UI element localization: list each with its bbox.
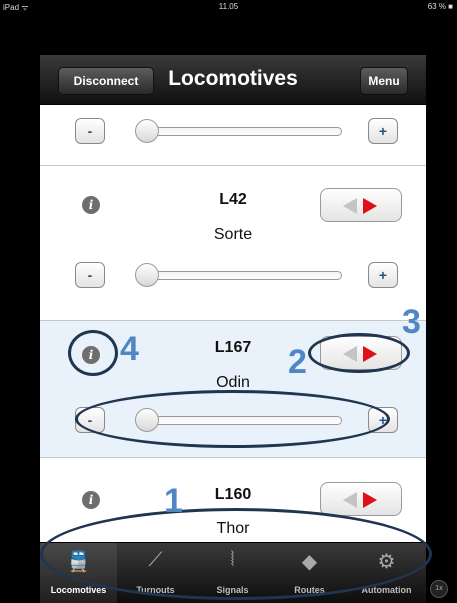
callout-ring-direction	[308, 333, 410, 373]
locomotive-cell: i L42 Sorte - +	[40, 166, 426, 321]
callout-ring-speed-slider	[75, 390, 390, 448]
reverse-arrow-icon	[343, 198, 357, 214]
speed-decrease-button[interactable]: -	[75, 262, 105, 288]
menu-button[interactable]: Menu	[360, 67, 408, 95]
reverse-arrow-icon	[343, 492, 357, 508]
locomotive-cell: - +	[40, 106, 426, 166]
callout-ring-tab-bar	[40, 508, 432, 600]
speed-slider-thumb[interactable]	[135, 119, 159, 143]
forward-arrow-icon	[363, 198, 377, 214]
locomotive-label: Sorte	[213, 226, 253, 243]
zoom-badge: 1x	[430, 580, 448, 598]
status-time: 11.05	[218, 2, 239, 11]
direction-toggle[interactable]	[320, 482, 402, 516]
speed-slider-thumb[interactable]	[135, 263, 159, 287]
callout-number-4: 4	[120, 330, 139, 368]
callout-ring-info	[68, 330, 118, 376]
speed-slider-track[interactable]	[140, 127, 342, 136]
forward-arrow-icon	[363, 492, 377, 508]
speed-increase-button[interactable]: +	[368, 118, 398, 144]
navigation-bar: Disconnect Locomotives Menu	[40, 55, 426, 105]
speed-decrease-button[interactable]: -	[75, 118, 105, 144]
speed-slider-track[interactable]	[140, 271, 342, 280]
battery-indicator: 63 % ■	[427, 2, 453, 11]
callout-number-3: 3	[402, 303, 421, 341]
callout-number-1: 1	[164, 482, 183, 520]
locomotive-list[interactable]: - + i L42 Sorte - + i L167 Odin - + i L1…	[40, 106, 426, 542]
direction-toggle[interactable]	[320, 188, 402, 222]
status-bar: iPad ᯤ 11.05 63 % ■	[0, 0, 457, 14]
speed-increase-button[interactable]: +	[368, 262, 398, 288]
callout-number-2: 2	[288, 343, 307, 381]
